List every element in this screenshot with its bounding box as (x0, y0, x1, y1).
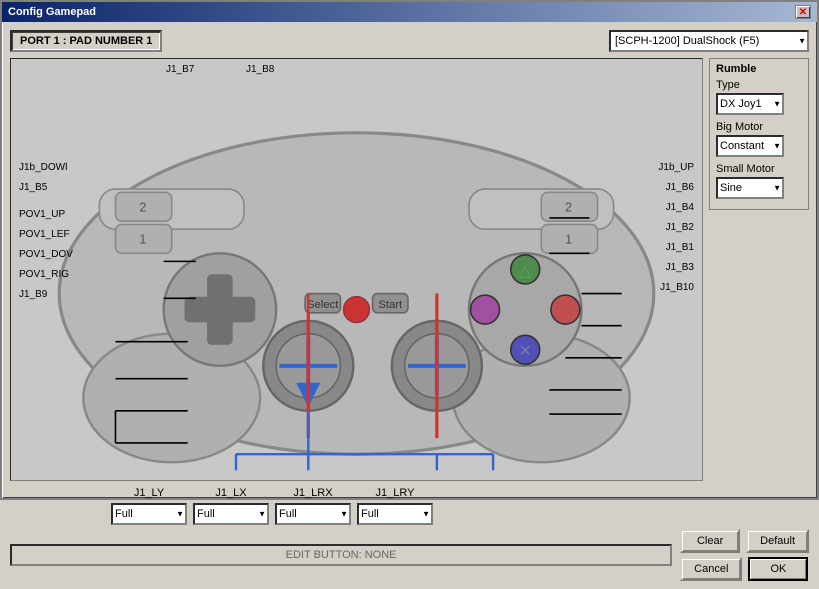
rumble-big-motor-select[interactable]: Constant Sine None (716, 135, 784, 157)
pad-select-wrapper: [SCPH-1200] DualShock (F5) (609, 30, 809, 52)
svg-text:2: 2 (139, 200, 146, 215)
right-panel: Rumble Type DX Joy1 DX Joy2 None Big Mo (709, 58, 809, 481)
rumble-type-select[interactable]: DX Joy1 DX Joy2 None (716, 93, 784, 115)
btn-label-j1-b7[interactable]: J1_B7 (166, 64, 194, 75)
axis-label-j1lx: J1_LX (190, 487, 272, 499)
axis-dropdown-1[interactable]: FullHalfQuarter (193, 503, 269, 525)
btn-label-j1-b9[interactable]: J1_B9 (19, 289, 47, 300)
btn-label-pov1-down[interactable]: POV1_DOV (19, 249, 73, 260)
ok-button[interactable]: OK (748, 557, 808, 581)
rumble-small-motor-select[interactable]: Sine Constant None (716, 177, 784, 199)
btn-label-j1-b5[interactable]: J1_B5 (19, 182, 47, 193)
rumble-type-field: Type DX Joy1 DX Joy2 None (716, 79, 802, 115)
gamepad-area: △ ○ ✕ □ Select Start (10, 58, 703, 481)
main-content: PORT 1 : PAD NUMBER 1 [SCPH-1200] DualSh… (2, 22, 817, 589)
pad-select-row: [SCPH-1200] DualShock (F5) (609, 30, 809, 52)
svg-text:□: □ (480, 302, 490, 320)
top-row: PORT 1 : PAD NUMBER 1 [SCPH-1200] DualSh… (10, 30, 809, 52)
clear-button[interactable]: Clear (680, 529, 740, 553)
rumble-type-select-wrapper: DX Joy1 DX Joy2 None (716, 93, 784, 115)
btn-label-j1-b10[interactable]: J1_B10 (660, 282, 694, 293)
gamepad-svg: △ ○ ✕ □ Select Start (11, 59, 702, 480)
svg-text:2: 2 (565, 200, 572, 215)
axis-labels-row: J1_LY J1_LX J1_LRX J1_LRY (108, 487, 809, 499)
main-area: △ ○ ✕ □ Select Start (10, 58, 809, 481)
svg-text:○: ○ (561, 302, 571, 320)
rumble-box: Rumble Type DX Joy1 DX Joy2 None Big Mo (709, 58, 809, 210)
close-button[interactable]: ✕ (795, 5, 811, 19)
btn-label-j1-b8[interactable]: J1_B8 (246, 64, 274, 75)
svg-text:1: 1 (139, 232, 146, 247)
btn-label-j1b-up[interactable]: J1b_UP (658, 162, 694, 173)
svg-text:1: 1 (565, 232, 572, 247)
axis-label-j1lry: J1_LRY (354, 487, 436, 499)
svg-text:△: △ (519, 262, 532, 280)
rumble-title: Rumble (716, 63, 802, 75)
default-button[interactable]: Default (746, 529, 809, 553)
axis-label-j1lrx: J1_LRX (272, 487, 354, 499)
btn-label-j1-b6[interactable]: J1_B6 (666, 182, 694, 193)
svg-text:Select: Select (307, 299, 339, 311)
action-buttons-bottom: Cancel OK (680, 557, 809, 581)
axis-label-j1ly: J1_LY (108, 487, 190, 499)
rumble-big-motor-field: Big Motor Constant Sine None (716, 121, 802, 157)
pad-select[interactable]: [SCPH-1200] DualShock (F5) (609, 30, 809, 52)
axis-dropdown-2-wrap: FullHalfQuarter (272, 503, 354, 525)
axis-dropdown-0[interactable]: FullHalfQuarter (111, 503, 187, 525)
axis-dropdown-1-wrap: FullHalfQuarter (190, 503, 272, 525)
rumble-small-motor-select-wrapper: Sine Constant None (716, 177, 784, 199)
rumble-small-motor-field: Small Motor Sine Constant None (716, 163, 802, 199)
rumble-type-label: Type (716, 79, 802, 91)
btn-label-j1-b2[interactable]: J1_B2 (666, 222, 694, 233)
action-buttons-top: Clear Default (680, 529, 809, 553)
edit-action-row: EDIT BUTTON: NONE Clear Default Cancel O… (10, 529, 809, 581)
axis-dropdown-2[interactable]: FullHalfQuarter (275, 503, 351, 525)
btn-label-pov1-up[interactable]: POV1_UP (19, 209, 65, 220)
title-bar: Config Gamepad ✕ (2, 2, 817, 22)
rumble-small-motor-label: Small Motor (716, 163, 802, 175)
svg-text:✕: ✕ (519, 342, 532, 360)
bottom-area: J1_LY J1_LX J1_LRX J1_LRY FullHalfQuarte… (10, 487, 809, 581)
rumble-big-motor-select-wrapper: Constant Sine None (716, 135, 784, 157)
port-label: PORT 1 : PAD NUMBER 1 (10, 30, 162, 52)
window-title: Config Gamepad (8, 6, 96, 18)
cancel-button[interactable]: Cancel (680, 557, 742, 581)
axis-dropdowns-row: FullHalfQuarter FullHalfQuarter FullHalf (108, 503, 809, 525)
btn-label-j1-b3[interactable]: J1_B3 (666, 262, 694, 273)
axis-dropdown-3[interactable]: FullHalfQuarter (357, 503, 433, 525)
btn-label-pov1-left[interactable]: POV1_LEF (19, 229, 70, 240)
rumble-big-motor-label: Big Motor (716, 121, 802, 133)
btn-label-pov1-right[interactable]: POV1_RIG (19, 269, 69, 280)
btn-label-j1-b1[interactable]: J1_B1 (666, 242, 694, 253)
btn-label-j1b-down[interactable]: J1b_DOWl (19, 162, 67, 173)
btn-label-j1-b4[interactable]: J1_B4 (666, 202, 694, 213)
edit-button-box: EDIT BUTTON: NONE (10, 544, 672, 566)
config-gamepad-window: Config Gamepad ✕ PORT 1 : PAD NUMBER 1 [… (0, 0, 819, 500)
axis-dropdown-3-wrap: FullHalfQuarter (354, 503, 436, 525)
axis-dropdown-0-wrap: FullHalfQuarter (108, 503, 190, 525)
action-buttons: Clear Default Cancel OK (680, 529, 809, 581)
svg-text:Start: Start (378, 299, 403, 311)
